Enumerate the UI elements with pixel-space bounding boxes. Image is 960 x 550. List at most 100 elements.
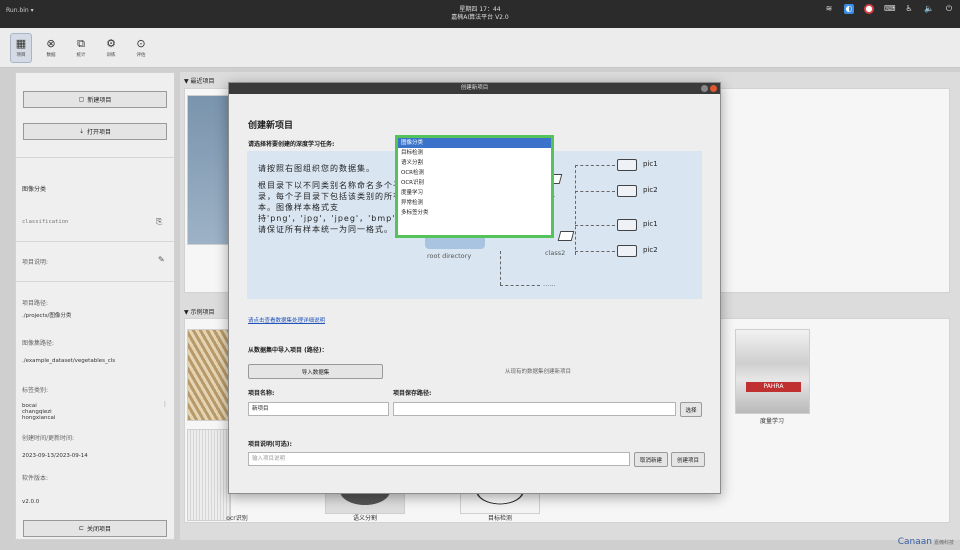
network-icon[interactable]: ≋ [824,4,834,14]
dropdown-option-ocr-detection[interactable]: OCR检测 [398,168,551,178]
dropdown-option-ocr-recognition[interactable]: OCR识别 [398,178,551,188]
dataset-path-value: ./example_dataset/vegetables_cls [22,358,116,364]
close-project-button[interactable]: ⊏ 关闭项目 [23,520,167,537]
task-type-dropdown[interactable]: 图像分类 目标检测 语义分割 OCR检测 OCR识别 度量学习 异常检测 多标签… [395,135,554,238]
sidebar-divider [16,241,174,242]
dropdown-option-semantic-segmentation[interactable]: 语义分割 [398,158,551,168]
keyboard-icon[interactable]: ⌨ [884,4,896,14]
classes-label: 标签类别: [22,387,49,394]
tool-train[interactable]: ⚙ 训练 [100,33,122,63]
project-name: classification [22,219,69,225]
import-label: 从数据集中导入项目 (路径)： [248,347,328,354]
project-name-input[interactable]: 新项目 [248,402,389,416]
dropdown-option-anomaly-detection[interactable]: 异常检测 [398,198,551,208]
volume-icon[interactable]: 🔈 [924,4,934,14]
tree-connector [500,251,501,285]
version-label: 软件版本: [22,475,49,482]
choose-path-button[interactable]: 选择 [680,402,702,417]
accessibility-icon[interactable]: ♿ [904,4,914,14]
examples-section-title[interactable]: ▼ 示例项目 [184,307,215,316]
edit-pencil-icon[interactable]: ✎ [158,255,165,264]
project-description-label: 项目说明(可选): [248,441,292,448]
tool-evaluate-label: 评估 [136,52,146,58]
dialog-title-bar[interactable]: 创建新项目 [229,83,720,94]
path-label: 项目路径: [22,300,49,307]
create-project-button[interactable]: 创建项目 [671,452,705,467]
project-icon: ▦ [15,36,27,50]
example-thumbnail-metric-learning[interactable]: PAHRA [735,329,810,414]
tool-project-label: 项目 [16,52,26,58]
data-icon: ⊗ [46,36,56,50]
app-window-title: 嘉楠AI算法平台 V2.0 [451,14,509,21]
image-file-icon [617,245,637,257]
diagram-instructions: 请按照右图组织您的数据集。 根目录下以不同类别名称命名多个子目录，每个子目录下包… [258,163,503,241]
tree-connector [575,165,615,166]
dataset-path-label: 图像集路径: [22,340,55,347]
open-project-label: 打开项目 [87,129,112,136]
class2-folder-icon [557,231,575,241]
close-icon[interactable] [710,85,717,92]
version-value: v2.0.0 [22,499,40,505]
path-value: ./projects/图像分类 [22,313,72,319]
tool-evaluate[interactable]: ⊙ 评估 [130,33,152,63]
clock-time: 星期四 17：44 [459,6,501,13]
new-project-button[interactable]: ▢ 新建项目 [23,91,167,108]
recent-section-label: 最近项目 [190,78,215,85]
import-hint: 从现有的数据集创建新项目 [505,369,572,375]
project-description-input[interactable]: 输入项目说明 [248,452,630,466]
tree-connector [575,191,615,192]
sidebar-divider [16,281,174,282]
classes-list[interactable]: bocai changqiezi hongxiancai [22,403,55,421]
diagram-ellipsis: ...... [543,280,556,288]
tool-project[interactable]: ▦ 项目 [10,32,32,63]
image-file-icon [617,159,637,171]
dialog-heading: 创建新项目 [248,121,294,131]
app-tray-icon[interactable]: ◐ [844,4,854,14]
tree-connector [575,165,576,255]
new-project-label: 新建项目 [87,97,112,104]
save-path-input[interactable] [393,402,676,416]
brand-logo: Canaan 嘉楠科技 [898,537,954,547]
dropdown-option-metric-learning[interactable]: 度量学习 [398,188,551,198]
tree-connector [575,225,615,226]
tree-connector [500,285,540,286]
cancel-button[interactable]: 取消新建 [634,452,668,467]
task-type: 图像分类 [22,186,47,193]
close-project-label: 关闭项目 [87,526,112,533]
recent-project-thumbnail[interactable] [187,95,231,245]
pic1-label: pic1 [643,160,658,168]
diagram-text-detail: 根目录下以不同类别名称命名多个子目录，每个子目录下包括该类别的所有样本。图像样本… [258,181,503,234]
project-name-label: 项目名称: [248,390,275,397]
example-thumbnail-ocr[interactable] [187,429,231,521]
example-thumbnail-metric[interactable] [187,329,231,421]
power-icon[interactable]: ⏻ [944,4,954,14]
minimize-icon[interactable] [701,85,708,92]
tree-connector [575,251,615,252]
save-path-label: 项目保存路径: [393,390,432,397]
tool-data[interactable]: ⊗ 数据 [40,33,62,63]
open-project-button[interactable]: ⇣ 打开项目 [23,123,167,140]
system-tray: ≋ ◐ ● ⌨ ♿ 🔈 ⏻ [824,4,954,14]
record-icon[interactable]: ● [864,4,874,14]
system-top-bar: Run.bin ▾ 星期四 17：44 嘉楠AI算法平台 V2.0 ≋ ◐ ● … [0,0,960,28]
dataset-help-link[interactable]: 请点击查看数据集处理详细说明 [248,316,325,324]
import-dataset-button[interactable]: 导入数据集 [248,364,383,379]
recent-section-title[interactable]: ▼ 最近项目 [184,76,215,85]
train-icon: ⚙ [106,36,116,50]
dropdown-option-object-detection[interactable]: 目标检测 [398,148,551,158]
description-label: 项目说明: [22,259,49,266]
list-item: hongxiancai [22,415,56,421]
tool-data-label: 数据 [46,52,56,58]
list-scrollbar[interactable]: ⋮ [162,401,168,408]
new-project-icon: ▢ [78,96,85,103]
tool-stats[interactable]: ⧉ 统计 [70,33,92,63]
dropdown-option-multilabel-classification[interactable]: 多标签分类 [398,208,551,218]
tool-stats-label: 统计 [76,52,86,58]
diagram-text-intro: 请按照右图组织您的数据集。 [258,164,375,173]
pic1-label: pic1 [643,220,658,228]
dropdown-option-image-classification[interactable]: 图像分类 [398,138,551,148]
bottle-label-graphic: PAHRA [746,382,801,392]
examples-section-label: 示例项目 [190,309,215,316]
copy-icon[interactable]: ⎘ [156,217,162,227]
brand-logo-text: Canaan [897,537,932,547]
